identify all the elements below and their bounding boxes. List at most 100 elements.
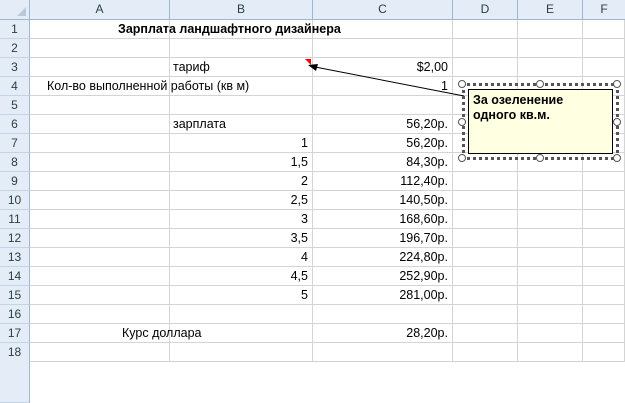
row-header-8[interactable]: 8: [0, 153, 30, 172]
grid-cell[interactable]: [453, 343, 518, 362]
row-header-9[interactable]: 9: [0, 172, 30, 191]
row-header-12[interactable]: 12: [0, 229, 30, 248]
grid-cell[interactable]: [30, 58, 170, 77]
grid-cell[interactable]: [518, 248, 583, 267]
grid-cell[interactable]: [518, 39, 583, 58]
title-cell[interactable]: Зарплата ландшафтного дизайнера: [118, 20, 341, 39]
pay-cell[interactable]: 224,80р.: [313, 248, 448, 267]
salary-value-cell[interactable]: 56,20р.: [313, 115, 448, 134]
resize-handle-e[interactable]: [613, 118, 621, 126]
qty-cell[interactable]: 2,5: [170, 191, 308, 210]
grid-cell[interactable]: [453, 324, 518, 343]
grid-cell[interactable]: [583, 343, 625, 362]
qty-cell[interactable]: 5: [170, 286, 308, 305]
pay-cell[interactable]: 196,70р.: [313, 229, 448, 248]
row-header-14[interactable]: 14: [0, 267, 30, 286]
row-header-13[interactable]: 13: [0, 248, 30, 267]
select-all-button[interactable]: [0, 0, 30, 20]
grid-cell[interactable]: [30, 172, 170, 191]
grid-cell[interactable]: [313, 305, 453, 324]
grid-cell[interactable]: [518, 286, 583, 305]
grid-cell[interactable]: [453, 229, 518, 248]
resize-handle-ne[interactable]: [613, 80, 621, 88]
grid-cell[interactable]: [518, 172, 583, 191]
qty-cell[interactable]: 1: [170, 134, 308, 153]
resize-handle-sw[interactable]: [458, 154, 466, 162]
grid-cell[interactable]: [30, 305, 170, 324]
grid-cell[interactable]: [518, 267, 583, 286]
row-header-7[interactable]: 7: [0, 134, 30, 153]
row-header-11[interactable]: 11: [0, 210, 30, 229]
pay-cell[interactable]: 252,90р.: [313, 267, 448, 286]
grid-cell[interactable]: [453, 58, 518, 77]
row-header-17[interactable]: 17: [0, 324, 30, 343]
row-header-4[interactable]: 4: [0, 77, 30, 96]
grid-cell[interactable]: [170, 96, 313, 115]
grid-cell[interactable]: [30, 210, 170, 229]
qty-cell[interactable]: 4: [170, 248, 308, 267]
rate-value-cell[interactable]: 28,20р.: [313, 324, 448, 343]
grid-cell[interactable]: [30, 267, 170, 286]
qty-cell[interactable]: 2: [170, 172, 308, 191]
grid-cell[interactable]: [30, 39, 170, 58]
row-header-16[interactable]: 16: [0, 305, 30, 324]
grid-cell[interactable]: [30, 343, 170, 362]
grid-cell[interactable]: [583, 324, 625, 343]
column-header-c[interactable]: C: [313, 0, 453, 20]
grid-cell[interactable]: [518, 58, 583, 77]
grid-cell[interactable]: [583, 172, 625, 191]
grid-cell[interactable]: [30, 134, 170, 153]
grid-cell[interactable]: [30, 248, 170, 267]
grid-cell[interactable]: [518, 305, 583, 324]
grid-cell[interactable]: [453, 267, 518, 286]
grid-cell[interactable]: [518, 20, 583, 39]
resize-handle-se[interactable]: [613, 154, 621, 162]
grid-cell[interactable]: [453, 191, 518, 210]
grid-cell[interactable]: [313, 39, 453, 58]
row-header-6[interactable]: 6: [0, 115, 30, 134]
row-header-5[interactable]: 5: [0, 96, 30, 115]
column-header-f[interactable]: F: [583, 0, 625, 20]
grid-cell[interactable]: [583, 210, 625, 229]
grid-cell[interactable]: [583, 191, 625, 210]
resize-handle-s[interactable]: [536, 154, 544, 162]
grid-cell[interactable]: [313, 343, 453, 362]
grid-cell[interactable]: [583, 267, 625, 286]
grid-cell[interactable]: [453, 20, 518, 39]
pay-cell[interactable]: 168,60р.: [313, 210, 448, 229]
grid-cell[interactable]: [583, 58, 625, 77]
work-label-cell[interactable]: Кол-во выполненной работы (кв м): [47, 77, 249, 96]
grid-cell[interactable]: [518, 343, 583, 362]
grid-cell[interactable]: [583, 20, 625, 39]
resize-handle-n[interactable]: [536, 80, 544, 88]
row-header-2[interactable]: 2: [0, 39, 30, 58]
grid-cell[interactable]: [453, 172, 518, 191]
grid-cell[interactable]: [453, 248, 518, 267]
grid-cell[interactable]: [453, 210, 518, 229]
grid-cell[interactable]: [30, 96, 170, 115]
grid-cell[interactable]: [30, 286, 170, 305]
grid-cell[interactable]: [518, 229, 583, 248]
grid-cell[interactable]: [518, 191, 583, 210]
grid-cell[interactable]: [583, 39, 625, 58]
row-header-1[interactable]: 1: [0, 20, 30, 39]
grid-cell[interactable]: [583, 248, 625, 267]
row-header-15[interactable]: 15: [0, 286, 30, 305]
comment-text[interactable]: За озеленение одного кв.м.: [473, 93, 563, 122]
rate-label-cell[interactable]: Курс доллара: [122, 324, 201, 343]
resize-handle-w[interactable]: [458, 118, 466, 126]
grid-cell[interactable]: [30, 115, 170, 134]
grid-cell[interactable]: [453, 39, 518, 58]
salary-label-cell[interactable]: зарплата: [173, 115, 226, 134]
spreadsheet[interactable]: A B C D E F 1 2 3 4 5 6 7 8 9 10 11 12 1…: [0, 0, 625, 403]
grid-cell[interactable]: [30, 191, 170, 210]
grid-cell[interactable]: [583, 229, 625, 248]
grid-cell[interactable]: [170, 305, 313, 324]
grid-cell[interactable]: [518, 324, 583, 343]
pay-cell[interactable]: 84,30р.: [313, 153, 448, 172]
tariff-label-cell[interactable]: тариф: [173, 58, 210, 77]
column-header-b[interactable]: B: [170, 0, 313, 20]
cell-comment[interactable]: За озеленение одного кв.м.: [468, 89, 613, 154]
row-header-3[interactable]: 3: [0, 58, 30, 77]
grid-cell[interactable]: [583, 286, 625, 305]
